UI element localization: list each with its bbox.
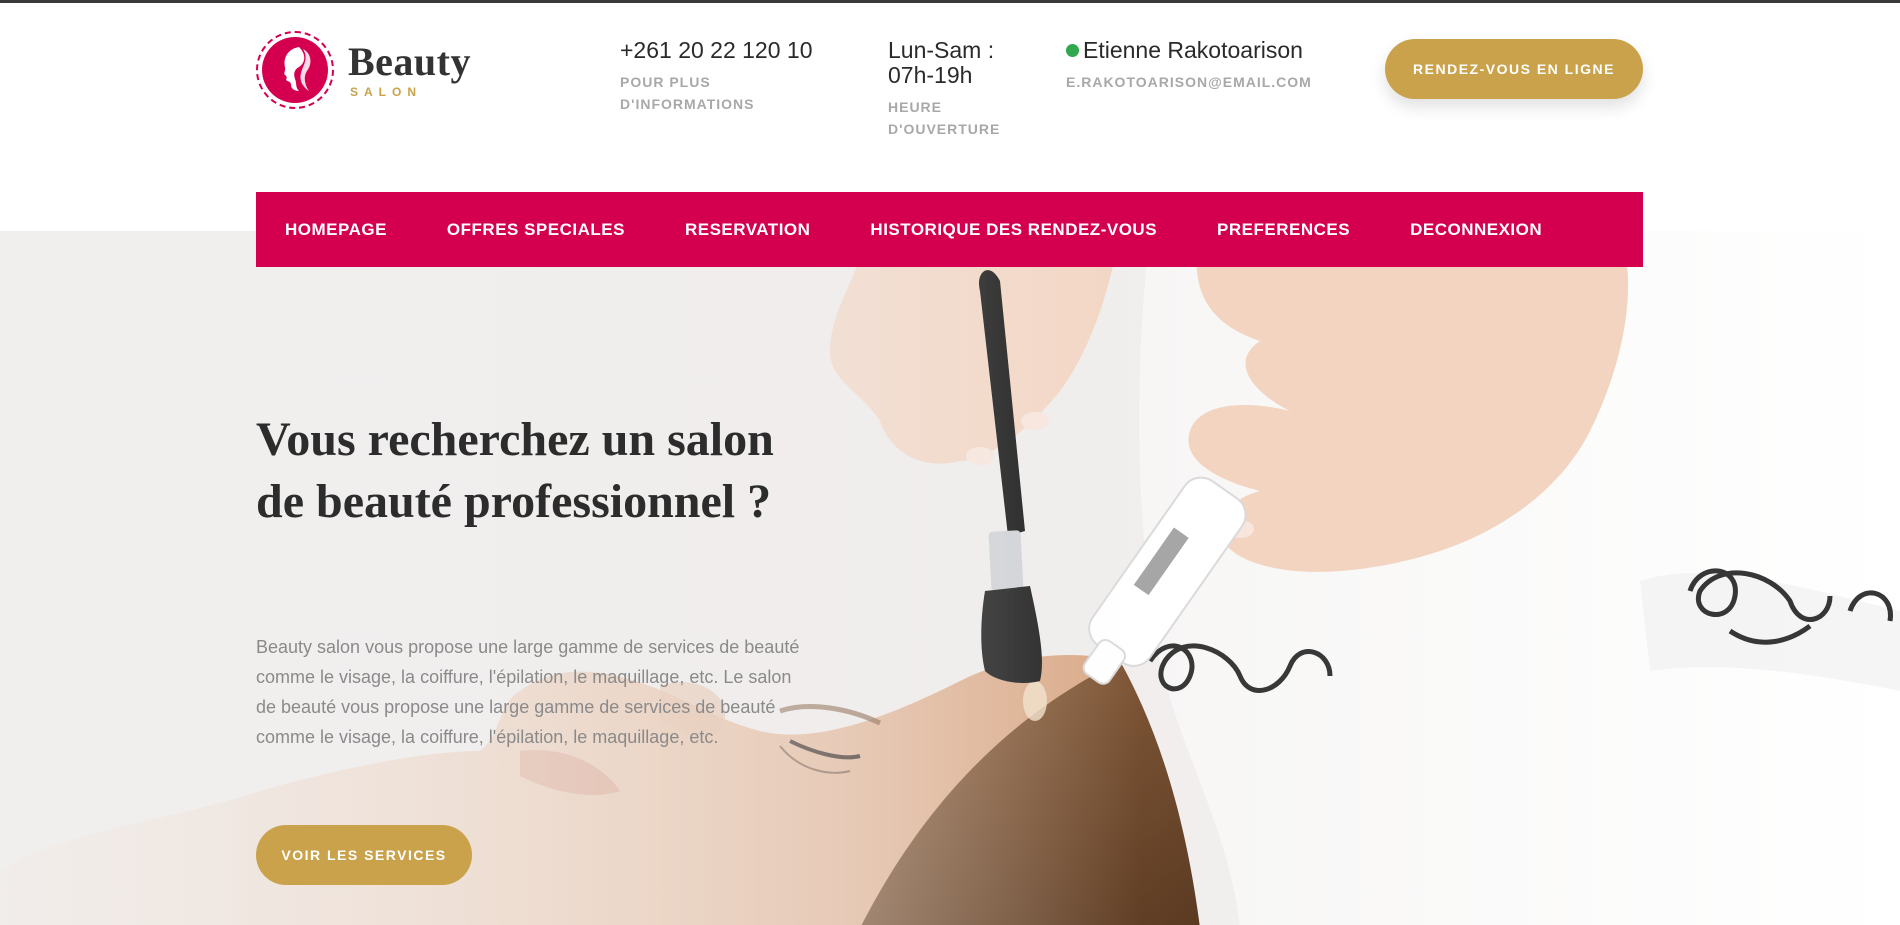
phone-number[interactable]: +261 20 22 120 10 (620, 38, 850, 63)
hours-time: 07h-19h (888, 62, 973, 88)
logo-text: Beauty SALON (348, 39, 471, 99)
user-name[interactable]: Etienne Rakotoarison (1083, 37, 1303, 63)
user-info: Etienne Rakotoarison E.RAKOTOARISON@EMAI… (1066, 38, 1346, 93)
phone-caption: POUR PLUS D'INFORMATIONS (620, 74, 755, 112)
nav-logout[interactable]: DECONNEXION (1410, 220, 1542, 240)
nav-reservation[interactable]: RESERVATION (685, 220, 810, 240)
logo-subtitle: SALON (350, 85, 422, 99)
woman-profile-icon (262, 37, 328, 103)
page: Beauty SALON +261 20 22 120 10 POUR PLUS… (0, 3, 1900, 925)
nav-homepage[interactable]: HOMEPAGE (285, 220, 387, 240)
opening-hours: Lun-Sam : 07h-19h HEURE D'OUVERTURE (888, 38, 1028, 140)
main-nav: HOMEPAGE OFFRES SPECIALES RESERVATION HI… (256, 192, 1643, 267)
user-email: E.RAKOTOARISON@EMAIL.COM (1066, 74, 1312, 90)
logo-wordmark: Beauty (348, 39, 471, 84)
hero-title: Vous recherchez un salon de beauté profe… (256, 413, 774, 528)
hero-image (0, 231, 1900, 925)
book-online-button[interactable]: RENDEZ-VOUS EN LIGNE (1385, 39, 1643, 99)
nav-special-offers[interactable]: OFFRES SPECIALES (447, 220, 625, 240)
user-name-row: Etienne Rakotoarison (1066, 38, 1346, 63)
nav-appointment-history[interactable]: HISTORIQUE DES RENDEZ-VOUS (870, 220, 1157, 240)
logo[interactable]: Beauty SALON (256, 31, 471, 109)
view-services-button[interactable]: VOIR LES SERVICES (256, 825, 472, 885)
online-status-icon (1066, 44, 1079, 57)
hero-banner: Vous recherchez un salon de beauté profe… (0, 231, 1900, 925)
nav-preferences[interactable]: PREFERENCES (1217, 220, 1350, 240)
hours-caption: HEURE D'OUVERTURE (888, 99, 1001, 137)
hero-description: Beauty salon vous propose une large gamm… (256, 637, 800, 747)
contact-phone: +261 20 22 120 10 POUR PLUS D'INFORMATIO… (620, 38, 850, 115)
logo-mark (256, 31, 334, 109)
hours-days: Lun-Sam : (888, 37, 995, 63)
